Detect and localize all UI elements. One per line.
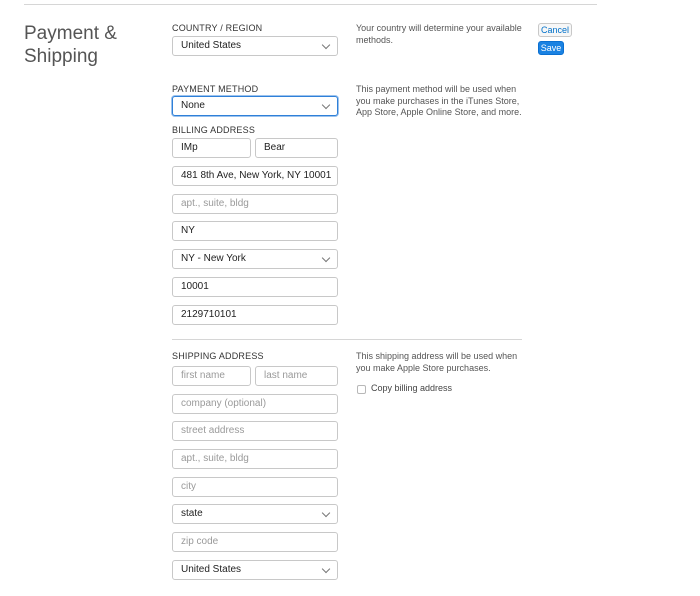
country-note: Your country will determine your availab… xyxy=(356,23,522,45)
country-region-label: COUNTRY / REGION xyxy=(172,23,263,33)
shipping-state-select[interactable]: state xyxy=(172,504,338,524)
shipping-apt-field[interactable]: apt., suite, bldg xyxy=(172,449,338,469)
shipping-country-value: United States xyxy=(181,564,242,575)
shipping-country-select[interactable]: United States xyxy=(172,560,338,580)
chevron-down-icon xyxy=(321,564,331,574)
copy-billing-label: Copy billing address xyxy=(371,383,453,393)
country-region-select[interactable]: United States xyxy=(172,36,338,56)
billing-state-select[interactable]: NY - New York xyxy=(172,249,338,269)
billing-phone-field[interactable]: 2129710101 xyxy=(172,305,338,325)
chevron-down-icon xyxy=(321,508,331,518)
billing-state-value: NY - New York xyxy=(181,253,246,264)
shipping-street-field[interactable]: street address xyxy=(172,421,338,441)
top-divider xyxy=(24,4,597,5)
shipping-address-label: SHIPPING ADDRESS xyxy=(172,351,264,361)
billing-city-field[interactable]: NY xyxy=(172,221,338,241)
shipping-city-field[interactable]: city xyxy=(172,477,338,497)
shipping-zip-field[interactable]: zip code xyxy=(172,532,338,552)
payment-note: This payment method will be used when yo… xyxy=(356,84,522,117)
country-region-value: United States xyxy=(181,40,242,51)
billing-first-name-field[interactable]: IMp xyxy=(172,138,251,158)
payment-method-value: None xyxy=(181,100,205,111)
section-divider xyxy=(172,339,522,340)
billing-apt-field[interactable]: apt., suite, bldg xyxy=(172,194,338,214)
chevron-down-icon xyxy=(321,100,331,110)
shipping-state-value: state xyxy=(181,508,203,519)
chevron-down-icon xyxy=(321,40,331,50)
billing-address-label: BILLING ADDRESS xyxy=(172,125,256,135)
page-title: Payment & Shipping xyxy=(24,23,117,67)
shipping-last-name-field[interactable]: last name xyxy=(255,366,338,386)
copy-billing-checkbox[interactable] xyxy=(357,385,366,394)
billing-street-field[interactable]: 481 8th Ave, New York, NY 10001 xyxy=(172,166,338,186)
shipping-note: This shipping address will be used when … xyxy=(356,351,518,373)
billing-zip-field[interactable]: 10001 xyxy=(172,277,338,297)
payment-method-label: PAYMENT METHOD xyxy=(172,84,259,94)
shipping-company-field[interactable]: company (optional) xyxy=(172,394,338,414)
billing-last-name-field[interactable]: Bear xyxy=(255,138,338,158)
cancel-button[interactable]: Cancel xyxy=(538,23,572,37)
shipping-first-name-field[interactable]: first name xyxy=(172,366,251,386)
chevron-down-icon xyxy=(321,253,331,263)
payment-method-select[interactable]: None xyxy=(172,96,338,116)
save-button[interactable]: Save xyxy=(538,41,564,55)
